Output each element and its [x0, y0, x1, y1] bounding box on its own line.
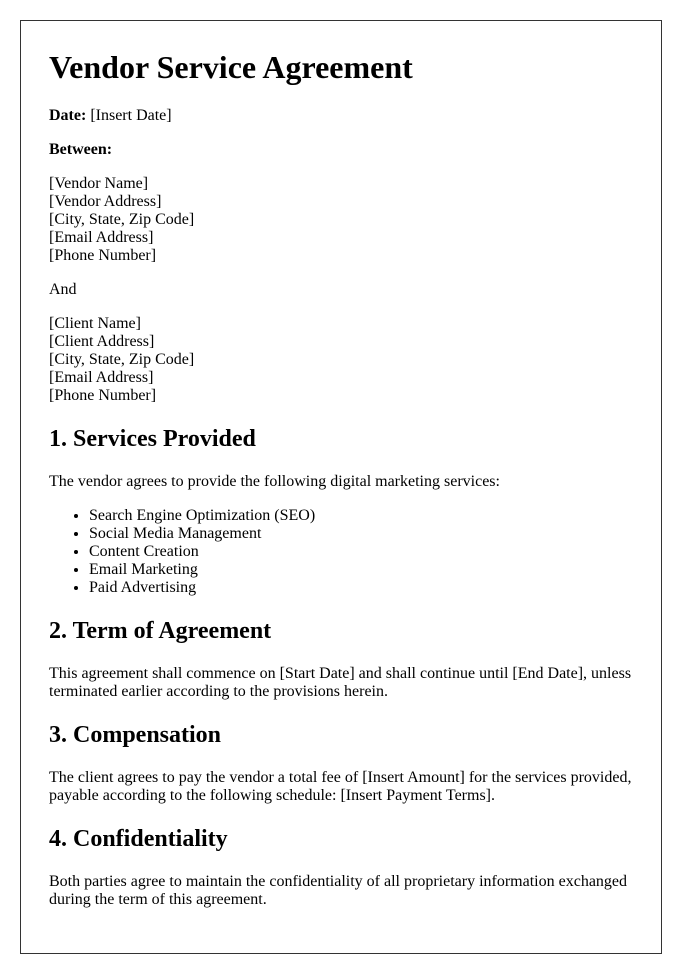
client-phone: [Phone Number]: [49, 387, 157, 404]
date-line: Date: [Insert Date]: [49, 107, 633, 125]
section-heading-confidentiality: 4. Confidentiality: [49, 826, 228, 852]
between-label: Between:: [49, 141, 113, 158]
agreement-document: Vendor Service Agreement Date: [Insert D…: [20, 20, 662, 954]
list-item: Content Creation: [89, 543, 633, 561]
section-text-services: The vendor agrees to provide the followi…: [49, 473, 500, 490]
vendor-name: [Vendor Name]: [49, 175, 149, 192]
section-text-confidentiality: Both parties agree to maintain the confi…: [49, 873, 628, 908]
vendor-phone: [Phone Number]: [49, 247, 157, 264]
section-heading-term: 2. Term of Agreement: [49, 618, 272, 644]
section-heading-services: 1. Services Provided: [49, 426, 256, 452]
client-city-state-zip: [City, State, Zip Code]: [49, 351, 195, 368]
section-text-compensation: The client agrees to pay the vendor a to…: [49, 769, 632, 804]
list-item: Email Marketing: [89, 561, 633, 579]
section-heading-compensation: 3. Compensation: [49, 722, 222, 748]
section-text-term: This agreement shall commence on [Start …: [49, 665, 632, 700]
list-item: Search Engine Optimization (SEO): [89, 507, 633, 525]
client-address: [Client Address]: [49, 333, 155, 350]
vendor-city-state-zip: [City, State, Zip Code]: [49, 211, 195, 228]
client-address-block: [Client Name] [Client Address] [City, St…: [49, 315, 633, 405]
client-name: [Client Name]: [49, 315, 141, 332]
date-value: [Insert Date]: [86, 107, 172, 124]
document-title: Vendor Service Agreement: [49, 49, 413, 85]
list-item: Paid Advertising: [89, 579, 633, 597]
between-line: Between:: [49, 141, 633, 159]
vendor-address: [Vendor Address]: [49, 193, 162, 210]
vendor-email: [Email Address]: [49, 229, 154, 246]
list-item: Social Media Management: [89, 525, 633, 543]
services-list: Search Engine Optimization (SEO) Social …: [49, 507, 633, 597]
client-email: [Email Address]: [49, 369, 154, 386]
vendor-address-block: [Vendor Name] [Vendor Address] [City, St…: [49, 175, 633, 265]
date-label: Date:: [49, 107, 87, 124]
and-line: And: [49, 281, 77, 298]
